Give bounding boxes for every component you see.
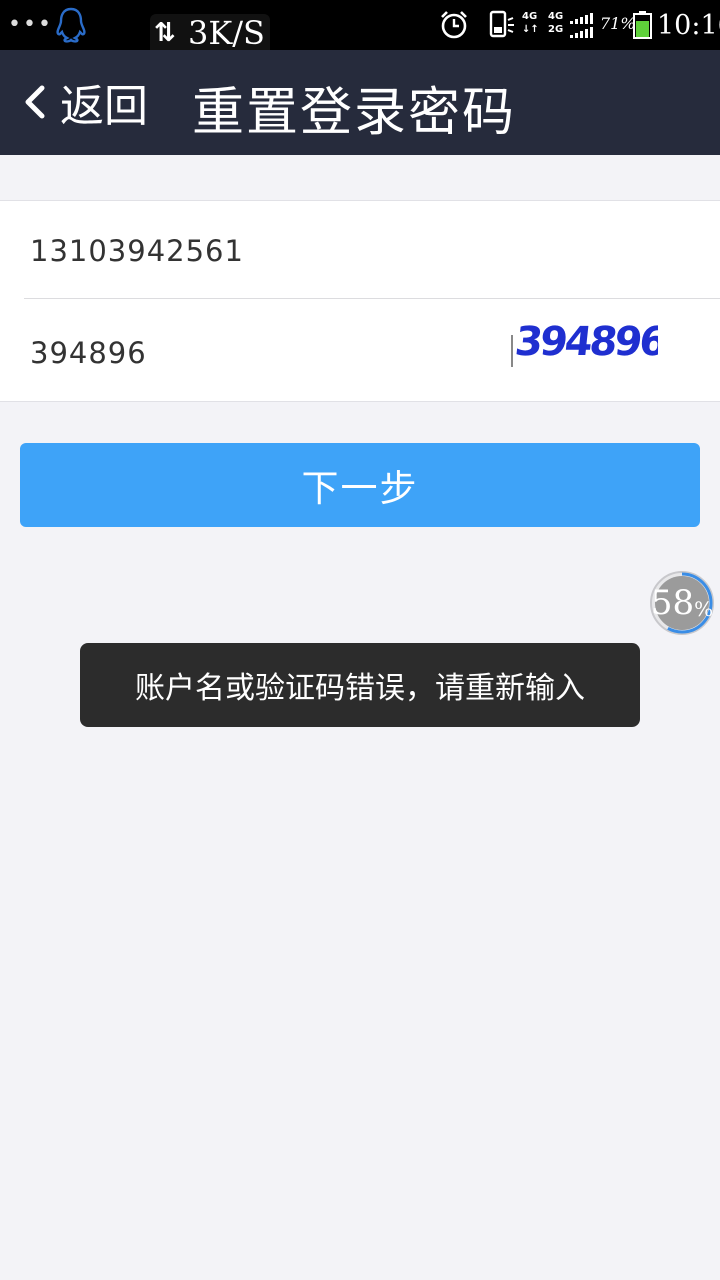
qq-penguin-icon xyxy=(56,7,86,43)
up-down-arrows-icon: ⇅ xyxy=(154,18,176,48)
alarm-clock-icon xyxy=(441,11,467,39)
network-4g-2g-indicator: 4G 2G xyxy=(548,11,564,35)
signal-strength-icon xyxy=(570,13,593,38)
battery-icon xyxy=(633,11,652,39)
clock-time: 10:16 xyxy=(657,10,720,41)
back-label: 返回 xyxy=(60,81,148,132)
more-dots-icon: ••• xyxy=(8,12,53,37)
network-4g-indicator: 4G ↓↑ xyxy=(522,11,539,35)
error-toast: 账户名或验证码错误，请重新输入 xyxy=(80,643,640,727)
battery-level-fill xyxy=(636,21,649,37)
captcha-image-text: 394896 xyxy=(514,319,658,365)
progress-label: 58% xyxy=(648,569,716,637)
floating-progress-ball[interactable]: 58% xyxy=(648,569,716,637)
battery-percent: 71% xyxy=(600,14,636,33)
progress-unit: % xyxy=(694,597,714,621)
chevron-left-icon xyxy=(25,85,45,119)
nav-header: 返回 重置登录密码 xyxy=(0,50,720,155)
network-speed: 3K/S xyxy=(188,14,265,52)
next-step-button[interactable]: 下一步 xyxy=(20,443,700,527)
text-cursor xyxy=(511,335,513,367)
back-button[interactable]: 返回 xyxy=(22,72,148,132)
account-field xyxy=(0,201,720,299)
progress-value: 58 xyxy=(650,583,695,623)
captcha-input[interactable] xyxy=(30,331,490,375)
form-card: 394896 xyxy=(0,200,720,402)
status-bar: ••• ⇅ 3K/S 4G ↓↑ 4G 2G 71% 10:16 xyxy=(0,0,720,52)
phone-vibrate-icon xyxy=(489,10,514,38)
captcha-image[interactable]: 394896 xyxy=(514,315,658,367)
captcha-field: 394896 xyxy=(0,299,720,403)
page-title: 重置登录密码 xyxy=(192,83,517,143)
account-input[interactable] xyxy=(30,229,510,273)
